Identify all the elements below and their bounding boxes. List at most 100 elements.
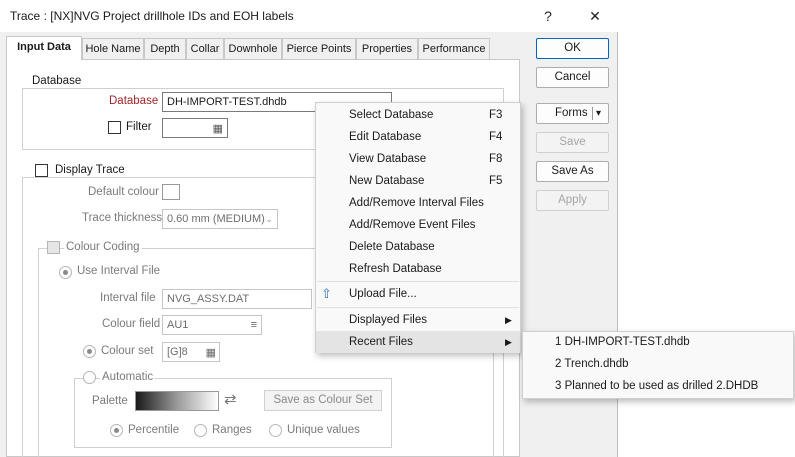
menu-item-shortcut: F8 xyxy=(489,153,503,165)
menu-item-shortcut: F3 xyxy=(489,109,503,121)
trace-thickness-label: Trace thickness xyxy=(82,212,163,224)
menu-item-select-database[interactable]: Select Database F3 xyxy=(316,104,520,126)
menu-item-label: Edit Database xyxy=(349,131,422,143)
display-trace-checkbox[interactable] xyxy=(35,164,48,177)
save-as-button[interactable]: Save As xyxy=(536,161,609,182)
chevron-right-icon: ▶ xyxy=(505,337,512,347)
menu-separator xyxy=(317,281,519,282)
menu-item-label: New Database xyxy=(349,175,425,187)
interval-file-input[interactable]: NVG_ASSY.DAT xyxy=(162,289,312,309)
palette-label: Palette xyxy=(92,395,128,407)
help-button[interactable]: ? xyxy=(536,6,560,26)
colour-set-input[interactable]: [G]8 ▦ xyxy=(162,342,220,362)
menu-item-label: Select Database xyxy=(349,109,434,121)
menu-item-delete-database[interactable]: Delete Database xyxy=(316,236,520,258)
tab-hole-name[interactable]: Hole Name xyxy=(82,38,144,60)
chevron-down-icon[interactable]: ▾ xyxy=(596,104,601,123)
percentile-label: Percentile xyxy=(128,424,180,436)
list-icon[interactable]: ≡ xyxy=(251,316,257,334)
tab-properties[interactable]: Properties xyxy=(356,38,418,60)
menu-item-displayed-files[interactable]: Displayed Files ▶ xyxy=(316,309,520,331)
trace-thickness-select[interactable]: 0.60 mm (MEDIUM) ⌄ xyxy=(162,209,278,229)
interval-file-value: NVG_ASSY.DAT xyxy=(167,293,250,305)
save-as-colour-set-button[interactable]: Save as Colour Set xyxy=(264,390,382,411)
menu-item-label: View Database xyxy=(349,153,427,165)
colour-coding-checkbox[interactable] xyxy=(47,241,60,254)
palette-gradient[interactable] xyxy=(135,391,219,411)
chevron-down-icon: ⌄ xyxy=(265,214,273,224)
interval-file-label: Interval file xyxy=(100,292,156,304)
unique-values-radio[interactable] xyxy=(269,424,282,437)
recent-file-item[interactable]: 2 Trench.dhdb xyxy=(555,358,629,370)
ranges-label: Ranges xyxy=(212,424,252,436)
colour-field-label: Colour field xyxy=(102,318,161,330)
automatic-group xyxy=(74,378,392,448)
menu-item-label: Upload File... xyxy=(349,288,417,300)
filter-checkbox[interactable] xyxy=(108,121,121,134)
forms-divider xyxy=(592,107,593,120)
colour-set-value: [G]8 xyxy=(167,346,188,358)
title-bar: Trace : [NX]NVG Project drillhole IDs an… xyxy=(0,0,618,32)
tab-depth[interactable]: Depth xyxy=(144,38,186,60)
tab-input-data[interactable]: Input Data xyxy=(6,36,82,60)
colour-field-value: AU1 xyxy=(167,319,189,331)
ranges-radio[interactable] xyxy=(194,424,207,437)
recent-files-submenu: 1 DH-IMPORT-TEST.dhdb 2 Trench.dhdb 3 Pl… xyxy=(522,331,794,399)
menu-separator xyxy=(317,307,519,308)
menu-item-view-database[interactable]: View Database F8 xyxy=(316,148,520,170)
window-title: Trace : [NX]NVG Project drillhole IDs an… xyxy=(10,9,294,23)
database-context-menu: Select Database F3 Edit Database F4 View D… xyxy=(315,102,521,353)
menu-item-add-remove-event[interactable]: Add/Remove Event Files xyxy=(316,214,520,236)
filter-label: Filter xyxy=(126,121,152,133)
chevron-right-icon: ▶ xyxy=(505,315,512,325)
filter-input[interactable]: ▦ xyxy=(162,118,228,138)
apply-button[interactable]: Apply xyxy=(536,190,609,211)
menu-item-label: Refresh Database xyxy=(349,263,442,275)
recent-file-item[interactable]: 1 DH-IMPORT-TEST.dhdb xyxy=(555,336,690,348)
colour-set-radio[interactable] xyxy=(83,345,96,358)
unique-values-label: Unique values xyxy=(287,424,360,436)
menu-item-label: Recent Files xyxy=(349,336,413,348)
menu-item-edit-database[interactable]: Edit Database F4 xyxy=(316,126,520,148)
menu-item-label: Displayed Files xyxy=(349,314,427,326)
close-button[interactable]: ✕ xyxy=(583,6,607,26)
cancel-button[interactable]: Cancel xyxy=(536,67,609,88)
database-value: DH-IMPORT-TEST.dhdb xyxy=(167,96,287,108)
menu-item-refresh-database[interactable]: Refresh Database xyxy=(316,258,520,280)
save-button[interactable]: Save xyxy=(536,132,609,153)
tab-pierce-points[interactable]: Pierce Points xyxy=(282,38,356,60)
menu-item-new-database[interactable]: New Database F5 xyxy=(316,170,520,192)
menu-item-recent-files[interactable]: Recent Files ▶ xyxy=(316,331,520,353)
tab-collar[interactable]: Collar xyxy=(186,38,224,60)
tab-downhole[interactable]: Downhole xyxy=(224,38,282,60)
forms-label: Forms xyxy=(555,107,588,119)
menu-item-label: Add/Remove Interval Files xyxy=(349,197,484,209)
display-trace-label: Display Trace xyxy=(53,164,127,176)
tab-performance[interactable]: Performance xyxy=(418,38,490,60)
colour-set-label: Colour set xyxy=(101,345,154,357)
database-label: Database xyxy=(109,95,159,107)
use-interval-label: Use Interval File xyxy=(77,265,161,277)
menu-item-upload-file[interactable]: ⇧ Upload File... xyxy=(316,283,520,305)
menu-item-label: Delete Database xyxy=(349,241,435,253)
table-icon[interactable]: ▦ xyxy=(206,344,216,361)
menu-item-label: Add/Remove Event Files xyxy=(349,219,476,231)
menu-item-shortcut: F5 xyxy=(489,175,503,187)
automatic-label: Automatic xyxy=(100,371,156,383)
swap-icon[interactable]: ⇄ xyxy=(224,390,237,408)
menu-item-add-remove-interval[interactable]: Add/Remove Interval Files xyxy=(316,192,520,214)
colour-coding-label: Colour Coding xyxy=(64,241,142,253)
trace-thickness-value: 0.60 mm (MEDIUM) xyxy=(167,213,265,225)
menu-item-shortcut: F4 xyxy=(489,131,503,143)
recent-file-item[interactable]: 3 Planned to be used as drilled 2.DHDB xyxy=(555,380,758,392)
automatic-radio[interactable] xyxy=(83,371,96,384)
forms-button[interactable]: Forms ▾ xyxy=(536,103,609,124)
percentile-radio[interactable] xyxy=(110,424,123,437)
database-group-label: Database xyxy=(30,75,84,87)
upload-icon: ⇧ xyxy=(321,286,332,301)
table-icon[interactable]: ▦ xyxy=(213,120,223,137)
colour-field-input[interactable]: AU1 ≡ xyxy=(162,315,262,335)
use-interval-radio[interactable] xyxy=(59,266,72,279)
default-colour-swatch[interactable] xyxy=(162,184,180,200)
ok-button[interactable]: OK xyxy=(536,38,609,59)
